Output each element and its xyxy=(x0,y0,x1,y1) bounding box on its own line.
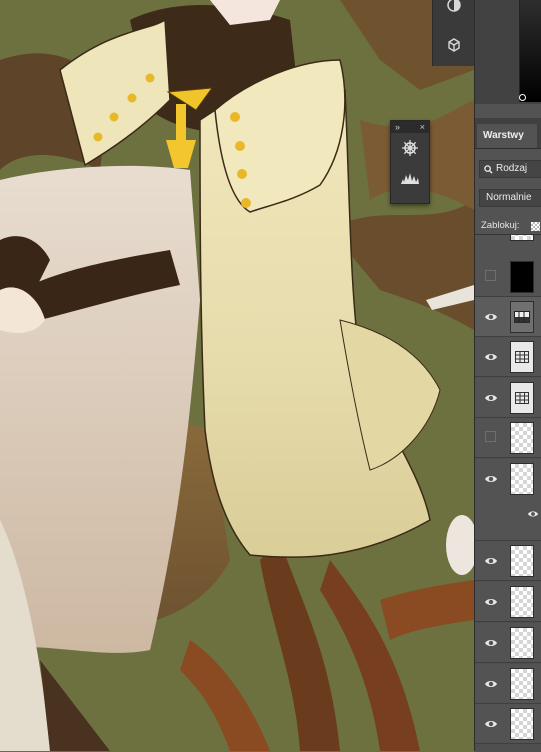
visibility-toggle[interactable] xyxy=(485,270,496,281)
layers-panel: Warstwy Rodzaj Normalnie Zablokuj: xyxy=(474,0,541,752)
layer-trans-5[interactable] xyxy=(475,704,541,744)
layer-thumbnail xyxy=(510,668,534,700)
blend-mode-select[interactable]: Normalnie xyxy=(479,189,541,207)
tab-layers[interactable]: Warstwy xyxy=(477,124,537,148)
visibility-toggle[interactable] xyxy=(485,431,496,442)
layer-thumbnail xyxy=(510,463,534,495)
layer-trans-1[interactable] xyxy=(475,541,541,581)
collapse-icon[interactable]: » xyxy=(395,121,400,133)
adjustment-grid-icon xyxy=(510,382,534,414)
effect-visibility-eye-icon[interactable] xyxy=(527,507,539,519)
helm-icon[interactable] xyxy=(391,133,429,163)
visibility-eye-icon[interactable] xyxy=(484,554,498,568)
layer-thumbnail xyxy=(510,627,534,659)
floating-mini-panel: » × xyxy=(390,120,430,204)
layer-grid-adjust-1[interactable] xyxy=(475,337,541,377)
layer-filter-select[interactable]: Rodzaj xyxy=(479,160,541,178)
artwork-illustration xyxy=(0,0,474,751)
lock-label: Zablokuj: xyxy=(481,220,520,231)
visibility-eye-icon[interactable] xyxy=(484,677,498,691)
visibility-eye-icon[interactable] xyxy=(484,717,498,731)
visibility-eye-icon[interactable] xyxy=(484,310,498,324)
adjustment-grid-icon xyxy=(510,341,534,373)
visibility-eye-icon[interactable] xyxy=(484,636,498,650)
layer-thumbnail xyxy=(510,708,534,740)
lock-transparency-icon[interactable] xyxy=(531,222,540,231)
dock-strip xyxy=(432,0,475,66)
panel-tab-bar: Warstwy xyxy=(475,118,541,149)
layer-thumbnail xyxy=(510,261,534,293)
search-icon xyxy=(484,165,493,174)
lock-row: Zablokuj: xyxy=(475,218,541,234)
visibility-eye-icon[interactable] xyxy=(484,472,498,486)
layer-gradient-map[interactable] xyxy=(475,297,541,337)
close-icon[interactable]: × xyxy=(420,121,425,133)
layer-trans-2[interactable] xyxy=(475,582,541,622)
color-ramp[interactable] xyxy=(519,0,541,102)
document-canvas[interactable] xyxy=(0,0,474,751)
layer-thumbnail xyxy=(510,422,534,454)
gradient-map-icon xyxy=(510,301,534,333)
adjustment-icon[interactable] xyxy=(439,0,469,18)
mini-panel-titlebar: » × xyxy=(391,121,429,133)
color-marker[interactable] xyxy=(519,94,526,101)
visibility-eye-icon[interactable] xyxy=(484,595,498,609)
histogram-icon[interactable] xyxy=(391,163,429,193)
layer-thumbnail xyxy=(510,235,534,241)
3d-cube-icon[interactable] xyxy=(439,32,469,58)
layer-grid-adjust-2[interactable] xyxy=(475,378,541,418)
layer-with-effect[interactable] xyxy=(475,459,541,541)
blend-mode-value: Normalnie xyxy=(486,192,532,203)
visibility-eye-icon[interactable] xyxy=(484,391,498,405)
layer-black-fill[interactable] xyxy=(475,257,541,297)
layers-list[interactable] xyxy=(475,234,541,752)
layer-thumbnail xyxy=(510,545,534,577)
visibility-eye-icon[interactable] xyxy=(484,350,498,364)
layer-trans-3[interactable] xyxy=(475,623,541,663)
filter-label: Rodzaj xyxy=(496,163,528,174)
layer-trans-4[interactable] xyxy=(475,664,541,704)
layer-thumbnail xyxy=(510,586,534,618)
color-picker[interactable] xyxy=(475,0,541,104)
layer-hidden-trans[interactable] xyxy=(475,418,541,458)
